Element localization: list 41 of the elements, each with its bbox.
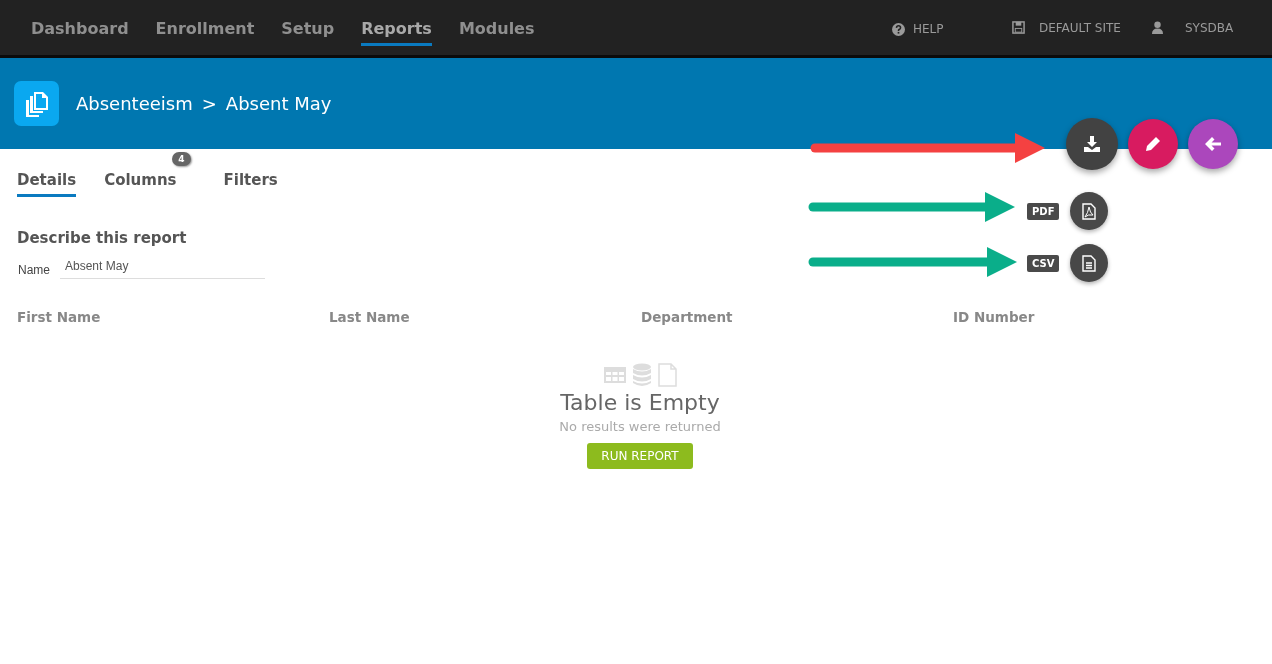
export-label: PDF [1027, 202, 1060, 220]
export-button[interactable] [1070, 192, 1109, 230]
column-header: ID Number [953, 309, 1036, 325]
site-link[interactable]: DEFAULT SITE [1039, 20, 1121, 35]
breadcrumb-link[interactable]: Absenteeism [76, 93, 193, 114]
nav-link[interactable]: Dashboard [31, 12, 129, 46]
nav-link[interactable]: Reports [361, 12, 432, 46]
section-title: Describe this report [17, 229, 188, 247]
nav-link[interactable]: Modules [458, 12, 535, 46]
empty-title: Table is Empty [560, 390, 720, 415]
column-header: Last Name [329, 309, 411, 325]
download-icon [1084, 136, 1100, 152]
user-icon [1152, 21, 1163, 34]
tab[interactable]: Details [17, 171, 77, 197]
database-icon [632, 363, 651, 387]
app-logo [14, 81, 59, 126]
table-icon [603, 367, 626, 383]
export-button[interactable] [1070, 244, 1109, 282]
edit-button[interactable] [1128, 119, 1178, 169]
arrow-left-icon [1205, 137, 1221, 151]
nav-link[interactable]: Enrollment [155, 12, 255, 46]
pdf-file-icon [1082, 202, 1097, 220]
column-header: First Name [17, 309, 102, 325]
file-icon [657, 363, 677, 387]
count-badge: 4 [172, 152, 191, 166]
nav-link[interactable]: Setup [281, 12, 335, 46]
help-link[interactable]: HELP [913, 22, 944, 36]
back-button[interactable] [1188, 119, 1238, 169]
breadcrumb-current[interactable]: Absent May [225, 93, 332, 114]
tab[interactable]: Filters [223, 171, 278, 197]
document-icon [1082, 254, 1097, 272]
help-icon [892, 22, 905, 36]
breadcrumb-separator: > [201, 93, 217, 114]
empty-message: No results were returned [559, 419, 721, 434]
export-label: CSV [1027, 254, 1060, 272]
column-header: Department [641, 309, 734, 325]
pencil-icon [1145, 136, 1161, 152]
download-button[interactable] [1066, 118, 1118, 170]
user-link[interactable]: SYSDBA [1185, 20, 1234, 35]
field-label: Name [18, 263, 50, 277]
save-icon [1012, 21, 1025, 34]
